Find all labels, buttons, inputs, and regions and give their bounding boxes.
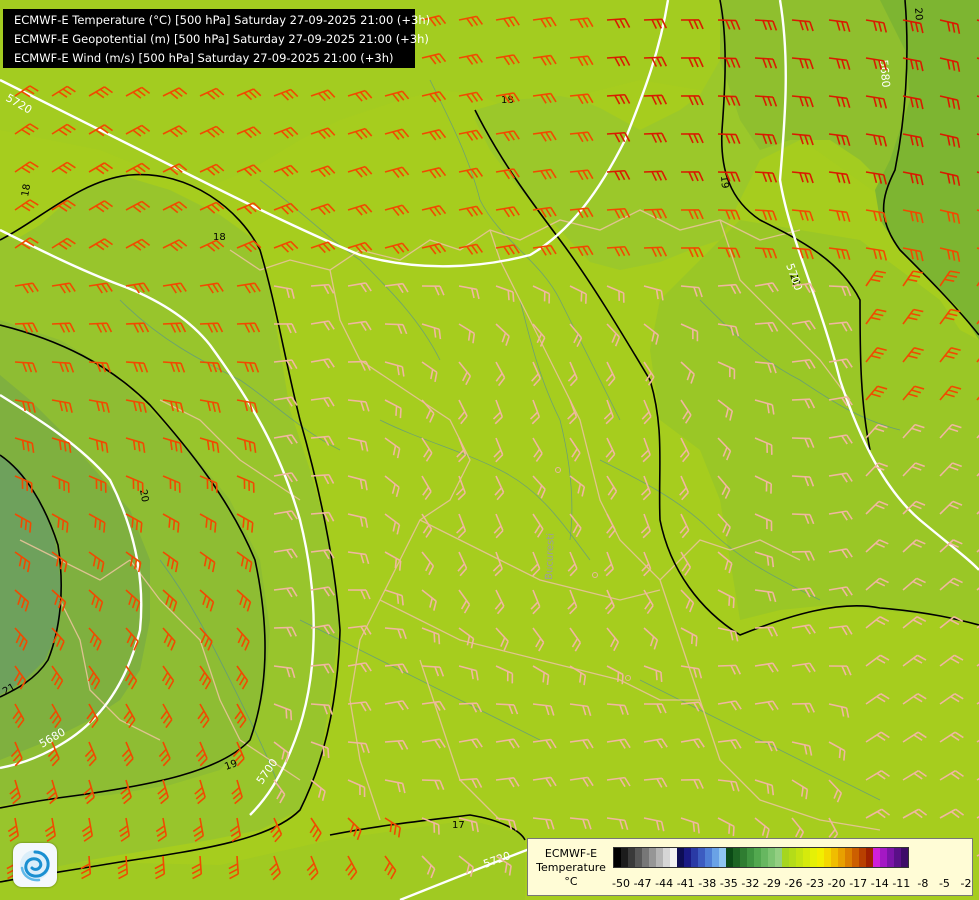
legend-swatch (901, 848, 908, 867)
legend-tick-label: -26 (784, 877, 803, 890)
legend-swatch (614, 848, 621, 867)
contour-label: 18 (20, 183, 33, 197)
legend-swatch (740, 848, 747, 867)
legend-tick-label: -32 (741, 877, 760, 890)
legend-title: ECMWF-E Temperature °C (532, 847, 610, 889)
legend-swatch (824, 848, 831, 867)
legend-swatch (810, 848, 817, 867)
legend-swatch (859, 848, 866, 867)
legend-swatch (733, 848, 740, 867)
legend-source: ECMWF-E (544, 847, 598, 860)
title-box: ECMWF-E Temperature (°C) [500 hPa] Satur… (3, 9, 431, 68)
legend-swatch (621, 848, 628, 867)
legend-swatch (754, 848, 761, 867)
legend-swatch (642, 848, 649, 867)
legend-swatch (852, 848, 859, 867)
legend-swatch (803, 848, 810, 867)
legend-tick-label: -5 (938, 877, 950, 890)
city-label: Bucuresti (544, 533, 557, 580)
legend-tick-label: -2 (960, 877, 972, 890)
legend-tick-label: -23 (806, 877, 825, 890)
legend-unit: °C (564, 875, 578, 888)
title-wind: ECMWF-E Wind (m/s) [500 hPa] Saturday 27… (14, 51, 394, 65)
legend-swatch (866, 848, 873, 867)
legend-tick-label: -8 (917, 877, 929, 890)
map-canvas: 18 18 18 19 20 20 21 17 19 20 5720 5680 … (0, 0, 979, 900)
legend-tick-label: -41 (676, 877, 695, 890)
legend-swatch (838, 848, 845, 867)
legend-swatch (873, 848, 880, 867)
legend-swatch (670, 848, 677, 867)
legend-swatch (789, 848, 796, 867)
legend-swatch (628, 848, 635, 867)
legend-swatch (684, 848, 691, 867)
title-geopotential: ECMWF-E Geopotential (m) [500 hPa] Satur… (14, 32, 429, 46)
legend-swatch (880, 848, 887, 867)
legend-swatch (635, 848, 642, 867)
legend-tick-label: -38 (698, 877, 717, 890)
legend-ticks: -50 -47 -44 -41 -38 -35 -32 -29 -26 -23 -20 -17 -14-… (612, 877, 973, 891)
legend-tick-label: -50 (612, 877, 630, 890)
logo (13, 843, 57, 887)
legend-swatch (894, 848, 901, 867)
legend-swatch (726, 848, 733, 867)
title-temperature: ECMWF-E Temperature (°C) [500 hPa] Satur… (14, 13, 431, 27)
legend-swatch (691, 848, 698, 867)
legend-swatch (887, 848, 894, 867)
legend-swatch (845, 848, 852, 867)
legend-swatch (677, 848, 684, 867)
contour-label: 20 (912, 7, 924, 21)
legend-swatch (761, 848, 768, 867)
legend-swatch (698, 848, 705, 867)
swirl-logo-icon (20, 850, 50, 882)
legend-swatch (663, 848, 670, 867)
legend-color-bar (613, 847, 909, 868)
legend-swatch (747, 848, 754, 867)
legend-swatch (719, 848, 726, 867)
legend-swatch (768, 848, 775, 867)
legend-tick-label: -35 (719, 877, 738, 890)
legend-tick-label: -14 (870, 877, 889, 890)
legend-tick-label: -17 (849, 877, 868, 890)
legend-tick-label: -20 (827, 877, 846, 890)
legend-swatch (831, 848, 838, 867)
contour-label: 17 (452, 820, 465, 831)
legend-tick-label: -11 (892, 877, 911, 890)
legend-swatch (796, 848, 803, 867)
legend-swatch (712, 848, 719, 867)
legend-swatch (775, 848, 782, 867)
legend-variable: Temperature (536, 861, 606, 874)
legend-tick-label: -47 (633, 877, 652, 890)
legend-tick-label: -29 (762, 877, 781, 890)
legend-swatch (705, 848, 712, 867)
legend-swatch (649, 848, 656, 867)
legend-swatch (656, 848, 663, 867)
legend-swatch (782, 848, 789, 867)
legend-swatch (817, 848, 824, 867)
legend-tick-label: -44 (655, 877, 674, 890)
temperature-legend: ECMWF-E Temperature °C -50 -47 -44 -41 -38 -3… (527, 838, 973, 896)
weather-map[interactable]: 18 18 18 19 20 20 21 17 19 20 5720 5680 … (0, 0, 979, 900)
